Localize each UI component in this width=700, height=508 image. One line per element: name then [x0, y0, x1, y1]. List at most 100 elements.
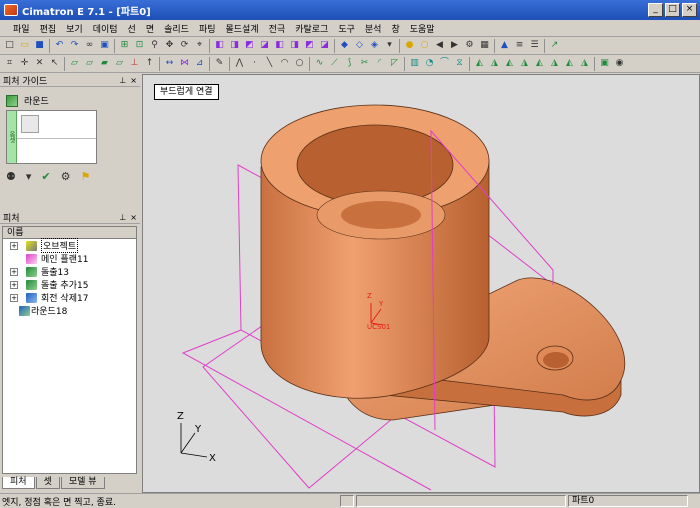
surface-trim-icon[interactable]: ◭	[533, 57, 546, 70]
tree-item-round[interactable]: 라운드18	[3, 304, 136, 317]
constraint-icon[interactable]: ⊿	[193, 57, 206, 70]
pin-icon[interactable]: ⊥	[119, 213, 126, 222]
filter-icon[interactable]: ⚙	[463, 39, 476, 52]
light-off-icon[interactable]: ○	[418, 39, 431, 52]
rotate-icon[interactable]: ⟳	[178, 39, 191, 52]
zoom-window-icon[interactable]: ⊡	[133, 39, 146, 52]
view-left-icon[interactable]: ◩	[303, 39, 316, 52]
view-iso-icon[interactable]: ◪	[258, 39, 271, 52]
line-icon[interactable]: ╲	[263, 57, 276, 70]
menu-parting[interactable]: 파팅	[194, 22, 221, 35]
curve-project-icon[interactable]: ⟋	[328, 57, 341, 70]
view-top-icon[interactable]: ◨	[228, 39, 241, 52]
expand-toggle[interactable]: +	[10, 293, 18, 302]
grid-icon[interactable]: ▦	[478, 39, 491, 52]
view-back-icon[interactable]: ◧	[273, 39, 286, 52]
extrude-icon[interactable]: ▥	[408, 57, 421, 70]
plane-icon[interactable]: ▱	[68, 57, 81, 70]
select-icon[interactable]: ↖	[48, 57, 61, 70]
surface-split-icon[interactable]: ◭	[563, 57, 576, 70]
dot-icon[interactable]: ·	[248, 57, 261, 70]
loft-icon[interactable]: ⧖	[453, 57, 466, 70]
revolve-icon[interactable]: ◔	[423, 57, 436, 70]
undo-icon[interactable]: ↶	[53, 39, 66, 52]
tab-sets[interactable]: 셋	[35, 477, 60, 489]
graphics-viewport[interactable]: 부드럽게 연결 Z Y UCS01 Z Y X	[142, 74, 700, 493]
model-canvas[interactable]: Z Y UCS01 Z Y X	[143, 75, 699, 492]
panel-close-icon[interactable]: ×	[130, 76, 137, 85]
ucs-icon[interactable]: ⊥	[128, 57, 141, 70]
shell-icon[interactable]: ▣	[598, 57, 611, 70]
view-bottom-icon[interactable]: ◨	[288, 39, 301, 52]
exit-icon[interactable]: ⚑	[81, 170, 91, 183]
sketch-icon[interactable]: ↗	[548, 39, 561, 52]
surface-extend-icon[interactable]: ◮	[548, 57, 561, 70]
plane-normal-icon[interactable]: ▱	[113, 57, 126, 70]
menu-solid[interactable]: 솔리드	[159, 22, 194, 35]
curve-trim-icon[interactable]: ✂	[358, 57, 371, 70]
curve-fillet-icon[interactable]: ◜	[373, 57, 386, 70]
maximize-button[interactable]: □	[665, 3, 680, 17]
point-icon[interactable]: ✕	[33, 57, 46, 70]
options-icon[interactable]: ⚙	[61, 170, 71, 183]
hole-icon[interactable]: ◉	[613, 57, 626, 70]
menu-tools[interactable]: 도구	[333, 22, 360, 35]
surface-blend-icon[interactable]: ◮	[488, 57, 501, 70]
forward-icon[interactable]: ▶	[448, 39, 461, 52]
menu-view[interactable]: 보기	[61, 22, 88, 35]
plane-offset-icon[interactable]: ▱	[83, 57, 96, 70]
save-icon[interactable]: ■	[33, 39, 46, 52]
color-icon[interactable]: ▲	[498, 39, 511, 52]
menu-datum[interactable]: 데이텀	[88, 22, 123, 35]
curve-offset-icon[interactable]: ⟆	[343, 57, 356, 70]
spline-icon[interactable]: ∿	[313, 57, 326, 70]
sym-icon[interactable]: ⋈	[178, 57, 191, 70]
shade-icon[interactable]: ◆	[338, 39, 351, 52]
tree-item-object[interactable]: + 오브젝트	[3, 238, 136, 253]
line-style-icon[interactable]: ≡	[513, 39, 526, 52]
open-file-icon[interactable]: ▭	[18, 39, 31, 52]
dropdown-icon[interactable]: ▾	[26, 170, 32, 183]
tab-features[interactable]: 피처	[2, 477, 35, 489]
redo-icon[interactable]: ↷	[68, 39, 81, 52]
surface-icon[interactable]: ◭	[473, 57, 486, 70]
arc-icon[interactable]: ◠	[278, 57, 291, 70]
view-front-icon[interactable]: ◧	[213, 39, 226, 52]
panel-close-icon[interactable]: ×	[130, 213, 137, 222]
view-dimetric-icon[interactable]: ◪	[318, 39, 331, 52]
dim-icon[interactable]: ↔	[163, 57, 176, 70]
tree-item-revolve-cut[interactable]: + 회전 삭제17	[3, 291, 136, 304]
zoom-all-icon[interactable]: ⊞	[118, 39, 131, 52]
circle-icon[interactable]: ○	[293, 57, 306, 70]
edge-select-step[interactable]	[21, 115, 39, 133]
pin-icon[interactable]: ⊥	[119, 76, 126, 85]
expand-toggle[interactable]: +	[10, 267, 18, 276]
curve-chamfer-icon[interactable]: ◸	[388, 57, 401, 70]
datum-icon[interactable]: ⌗	[3, 57, 16, 70]
sweep-icon[interactable]: ⌒	[438, 57, 451, 70]
tree-item-extrude[interactable]: + 돌출13	[3, 265, 136, 278]
expand-toggle[interactable]: +	[10, 280, 18, 289]
menu-file[interactable]: 파일	[8, 22, 35, 35]
surface-offset-icon[interactable]: ◭	[503, 57, 516, 70]
menu-catalog[interactable]: 카탈로그	[290, 22, 333, 35]
menu-window[interactable]: 창	[386, 22, 404, 35]
edit-icon[interactable]: ✎	[213, 57, 226, 70]
hidden-line-icon[interactable]: ◈	[368, 39, 381, 52]
pick-icon[interactable]: ▣	[98, 39, 111, 52]
menu-edit[interactable]: 편집	[35, 22, 62, 35]
menu-analysis[interactable]: 분석	[360, 22, 387, 35]
tab-model-view[interactable]: 모델 뷰	[60, 477, 105, 489]
menu-surface[interactable]: 면	[141, 22, 159, 35]
view-fit-icon[interactable]: ⌖	[193, 39, 206, 52]
menu-help[interactable]: 도움말	[405, 22, 440, 35]
back-icon[interactable]: ◀	[433, 39, 446, 52]
wireframe-icon[interactable]: ◇	[353, 39, 366, 52]
expand-toggle[interactable]: +	[10, 241, 18, 250]
light-icon[interactable]: ●	[403, 39, 416, 52]
surface-join-icon[interactable]: ◮	[578, 57, 591, 70]
new-file-icon[interactable]: □	[3, 39, 16, 52]
menu-curve[interactable]: 선	[123, 22, 141, 35]
close-button[interactable]: ×	[682, 3, 697, 17]
view-right-icon[interactable]: ◩	[243, 39, 256, 52]
